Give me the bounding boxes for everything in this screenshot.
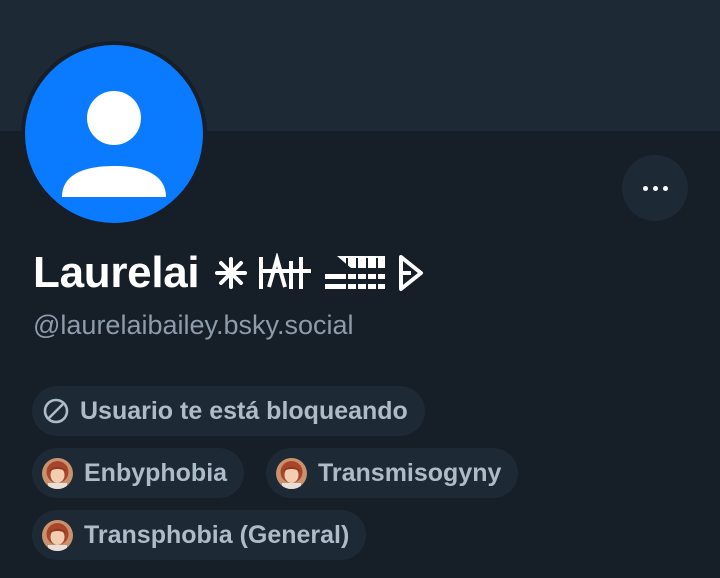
cuneiform-glyphs-icon [213, 252, 425, 294]
label-chip-text: Transmisogyny [318, 458, 502, 487]
display-name-row: Laurelai [33, 248, 425, 298]
blocked-by-notice[interactable]: Usuario te está bloqueando [32, 386, 425, 436]
label-chip-text: Transphobia (General) [84, 520, 350, 549]
labeler-avatar-icon [42, 519, 73, 551]
label-chip-enbyphobia[interactable]: Enbyphobia [32, 448, 245, 498]
profile-page: Laurelai @laurelaibailey.bsky.social Usu… [0, 0, 720, 578]
more-options-button[interactable] [622, 155, 688, 221]
profile-avatar[interactable] [21, 41, 207, 227]
label-chip-transmisogyny[interactable]: Transmisogyny [266, 448, 519, 498]
default-avatar-icon [25, 45, 203, 223]
label-chip-transphobia-general[interactable]: Transphobia (General) [32, 510, 367, 560]
block-icon [42, 397, 70, 425]
labeler-avatar-icon [276, 457, 307, 489]
labeler-avatar-icon [42, 457, 73, 489]
profile-handle: @laurelaibailey.bsky.social [33, 310, 354, 340]
label-chip-text: Enbyphobia [84, 458, 228, 487]
ellipsis-icon [642, 185, 668, 191]
blocked-notice-label: Usuario te está bloqueando [80, 396, 408, 425]
display-name: Laurelai [33, 248, 200, 297]
